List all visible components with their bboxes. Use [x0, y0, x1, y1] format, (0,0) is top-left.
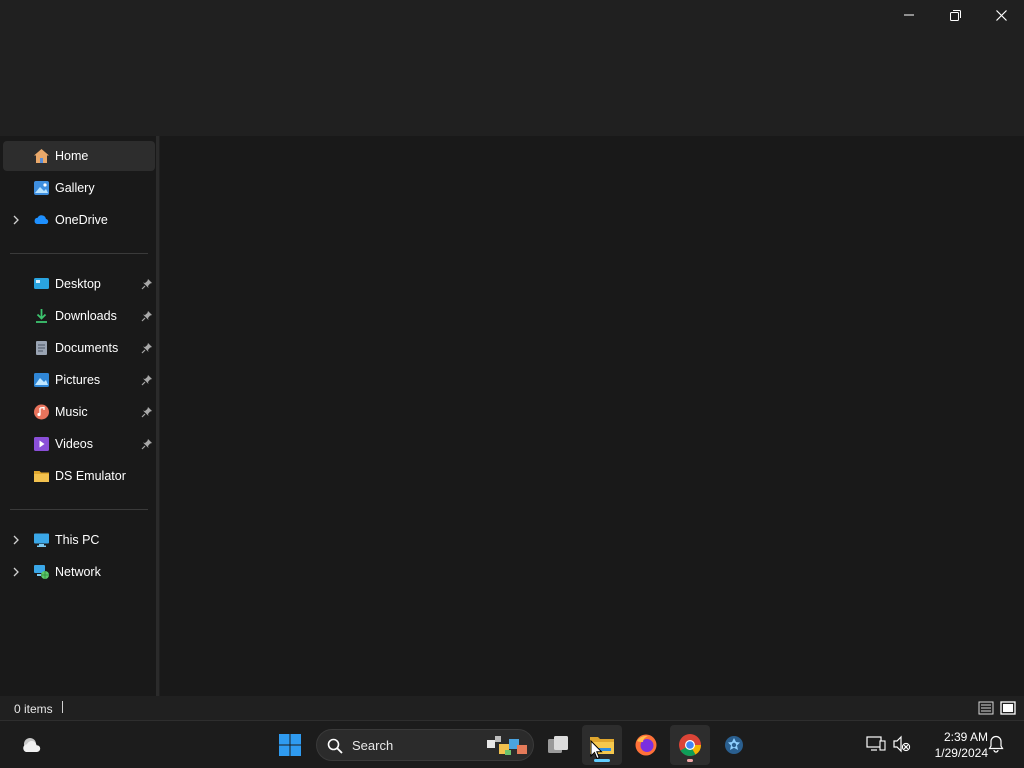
nav-divider: [10, 509, 148, 510]
close-button[interactable]: [978, 0, 1024, 30]
nav-label: This PC: [55, 533, 100, 547]
taskbar-search[interactable]: Search: [316, 729, 534, 761]
folder-icon: [34, 471, 49, 482]
item-count: 0 items: [14, 702, 53, 716]
close-icon: [995, 9, 1007, 21]
chevron-right-icon[interactable]: [11, 534, 21, 546]
taskbar: Search 2:39 AM 1/29/2024: [0, 720, 1024, 768]
documents-icon: [36, 341, 47, 355]
restore-icon: [949, 9, 961, 21]
taskbar-chrome[interactable]: [670, 725, 710, 765]
nav-label: Music: [55, 405, 88, 419]
nav-pane-splitter[interactable]: [156, 136, 159, 696]
nav-item-gallery[interactable]: Gallery: [3, 173, 155, 203]
search-icon: [327, 738, 343, 754]
videos-icon: [34, 437, 49, 451]
running-indicator: [687, 759, 693, 762]
chevron-right-icon[interactable]: [11, 566, 21, 578]
taskbar-app[interactable]: [714, 725, 754, 765]
nav-item-videos[interactable]: Videos: [3, 429, 155, 459]
nav-item-onedrive[interactable]: OneDrive: [3, 205, 155, 235]
windows-logo-icon: [279, 734, 301, 756]
search-highlight-icon: [487, 736, 527, 755]
taskbar-firefox[interactable]: [626, 725, 666, 765]
nav-item-music[interactable]: Music: [3, 397, 155, 427]
notification-bell-icon[interactable]: [988, 735, 1004, 753]
chevron-right-icon[interactable]: [11, 214, 21, 226]
nav-divider: [10, 253, 148, 254]
network-icon: [34, 565, 49, 579]
start-button[interactable]: [270, 725, 310, 765]
tiles-view-icon[interactable]: [1000, 700, 1016, 716]
task-view-icon: [548, 736, 568, 753]
pin-icon: [141, 407, 152, 418]
weather-icon: [23, 738, 41, 752]
nav-label: Pictures: [55, 373, 101, 387]
network-tray-icon[interactable]: [866, 735, 886, 753]
minimize-icon: [904, 14, 914, 16]
title-bar: [0, 0, 1024, 136]
pictures-icon: [34, 373, 49, 387]
downloads-icon: [36, 309, 47, 323]
details-view-icon[interactable]: [978, 700, 994, 716]
pin-icon: [141, 343, 152, 354]
system-clock[interactable]: 2:39 AM 1/29/2024: [918, 729, 988, 761]
status-bar: 0 items: [0, 696, 1024, 720]
status-separator: [62, 701, 63, 713]
pin-icon: [141, 279, 152, 290]
nav-label: Home: [55, 149, 89, 163]
volume-muted-icon[interactable]: [893, 735, 911, 753]
mouse-cursor-icon: [590, 740, 603, 760]
this-pc-icon: [34, 533, 49, 547]
minimize-button[interactable]: [886, 0, 932, 30]
pin-icon: [141, 439, 152, 450]
file-list-area[interactable]: [160, 136, 1024, 696]
nav-item-ds-emulator[interactable]: DS Emulator: [3, 461, 155, 491]
pin-icon: [141, 375, 152, 386]
firefox-icon: [635, 734, 657, 756]
home-icon: [34, 149, 49, 163]
nav-item-this-pc[interactable]: This PC: [3, 525, 155, 555]
nav-label: DS Emulator: [55, 469, 126, 483]
file-explorer-window: Home Gallery OneDrive Desktop Downloads: [0, 0, 1024, 720]
nav-label: OneDrive: [55, 213, 108, 227]
nav-item-downloads[interactable]: Downloads: [3, 301, 155, 331]
gallery-icon: [34, 181, 49, 195]
restore-button[interactable]: [932, 0, 978, 30]
search-label: Search: [352, 738, 394, 753]
nav-label: Desktop: [55, 277, 101, 291]
navigation-pane: Home Gallery OneDrive Desktop Downloads: [0, 136, 158, 696]
music-icon: [34, 404, 49, 420]
widgets-button[interactable]: [12, 725, 52, 765]
desktop-icon: [34, 278, 49, 289]
onedrive-icon: [34, 215, 49, 224]
nav-item-network[interactable]: Network: [3, 557, 155, 587]
task-view-button[interactable]: [538, 725, 578, 765]
nav-label: Gallery: [55, 181, 95, 195]
nav-label: Documents: [55, 341, 119, 355]
nav-label: Downloads: [55, 309, 117, 323]
clock-time: 2:39 AM: [943, 730, 988, 744]
clock-date: 1/29/2024: [934, 746, 988, 760]
nav-item-documents[interactable]: Documents: [3, 333, 155, 363]
nav-item-pictures[interactable]: Pictures: [3, 365, 155, 395]
chrome-icon: [679, 734, 701, 756]
nav-label: Network: [55, 565, 101, 579]
pin-icon: [141, 311, 152, 322]
window-controls: [886, 0, 1024, 30]
nav-label: Videos: [55, 437, 93, 451]
nav-item-desktop[interactable]: Desktop: [3, 269, 155, 299]
app-gear-icon: [725, 736, 743, 754]
nav-item-home[interactable]: Home: [3, 141, 155, 171]
